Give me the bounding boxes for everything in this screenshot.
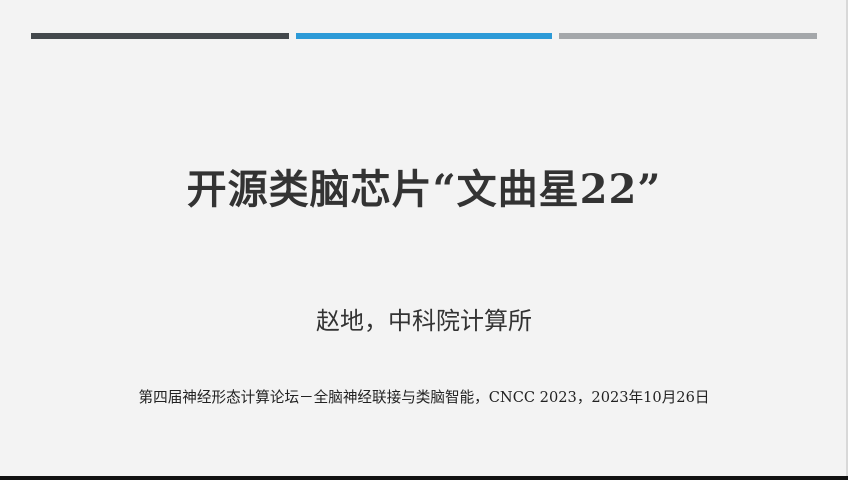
decorative-bar-dark: [31, 33, 289, 39]
decorative-bar-gray: [559, 33, 817, 39]
slide-author: 赵地，中科院计算所: [316, 307, 532, 335]
presentation-slide: 开源类脑芯片“文曲星22” 赵地，中科院计算所 第四届神经形态计算论坛－全脑神经…: [0, 0, 848, 476]
decorative-bar-blue: [296, 33, 552, 39]
slide-event-info: 第四届神经形态计算论坛－全脑神经联接与类脑智能，CNCC 2023，2023年1…: [138, 389, 710, 406]
slide-title: 开源类脑芯片“文曲星22”: [186, 166, 662, 213]
bottom-border: [0, 476, 848, 480]
